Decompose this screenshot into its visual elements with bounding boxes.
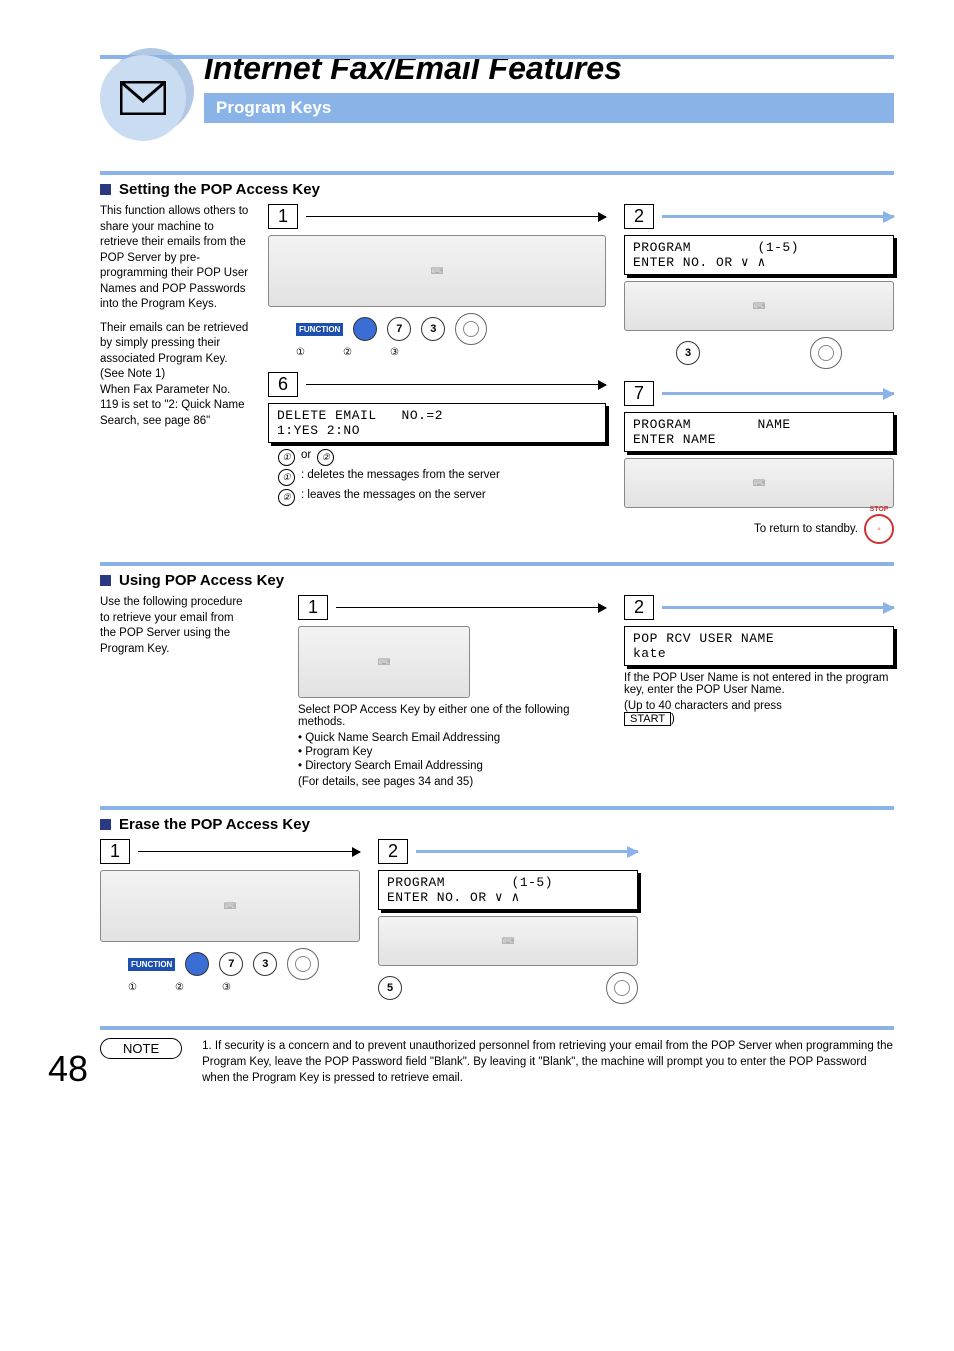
device-illustration: ⌨ [100,870,360,942]
step-2: 2 [624,595,654,620]
key-3: 3 [676,341,700,365]
function-key-icon [353,317,377,341]
function-key-row: FUNCTION 7 3 [128,948,360,980]
section1-description: This function allows others to share you… [100,204,250,544]
key-7: 7 [387,317,411,341]
lcd-display-program-1-5: PROGRAM (1-5) ENTER NO. OR ∨ ∧ [624,235,894,275]
step-1: 1 [100,839,130,864]
key-3: 3 [253,952,277,976]
step-6: 6 [268,372,298,397]
jog-dial-icon [287,948,319,980]
step-1: 1 [298,595,328,620]
jog-dial-icon [455,313,487,345]
jog-dial-icon [606,972,638,1004]
key-7: 7 [219,952,243,976]
note-label: NOTE [100,1038,182,1059]
lcd-display-pop-rcv: POP RCV USER NAME kate [624,626,894,666]
device-illustration-small: ⌨ [378,916,638,966]
function-key-icon [185,952,209,976]
key-3: 3 [421,317,445,341]
function-key-row: FUNCTION 7 3 [296,313,606,345]
start-key: START [624,712,671,726]
lcd-display-program-1-5: PROGRAM (1-5) ENTER NO. OR ∨ ∧ [378,870,638,910]
mail-icon [100,55,186,141]
section2-description: Use the following procedure to retrieve … [100,595,250,788]
jog-dial-icon [810,337,842,369]
section-heading-erase: Erase the POP Access Key [100,816,894,833]
subtitle: Program Keys [204,93,894,123]
section-heading-setting: Setting the POP Access Key [100,181,894,198]
note-block: NOTE 1. If security is a concern and to … [100,1038,894,1086]
step-1: 1 [268,204,298,229]
step-2: 2 [378,839,408,864]
lcd-display-program-name: PROGRAM NAME ENTER NAME [624,412,894,452]
device-illustration: ⌨ [268,235,606,307]
return-standby-text: To return to standby. [754,523,858,535]
page-number: 48 [48,1048,88,1090]
device-illustration: ⌨ [298,626,470,698]
key-5: 5 [378,976,402,1000]
step-7: 7 [624,381,654,406]
step-2: 2 [624,204,654,229]
section-heading-using: Using POP Access Key [100,572,894,589]
stop-button-icon: STOP◦ [864,514,894,544]
device-illustration-small: ⌨ [624,458,894,508]
device-illustration-small: ⌨ [624,281,894,331]
lcd-display-delete-email: DELETE EMAIL NO.=2 1:YES 2:NO [268,403,606,443]
